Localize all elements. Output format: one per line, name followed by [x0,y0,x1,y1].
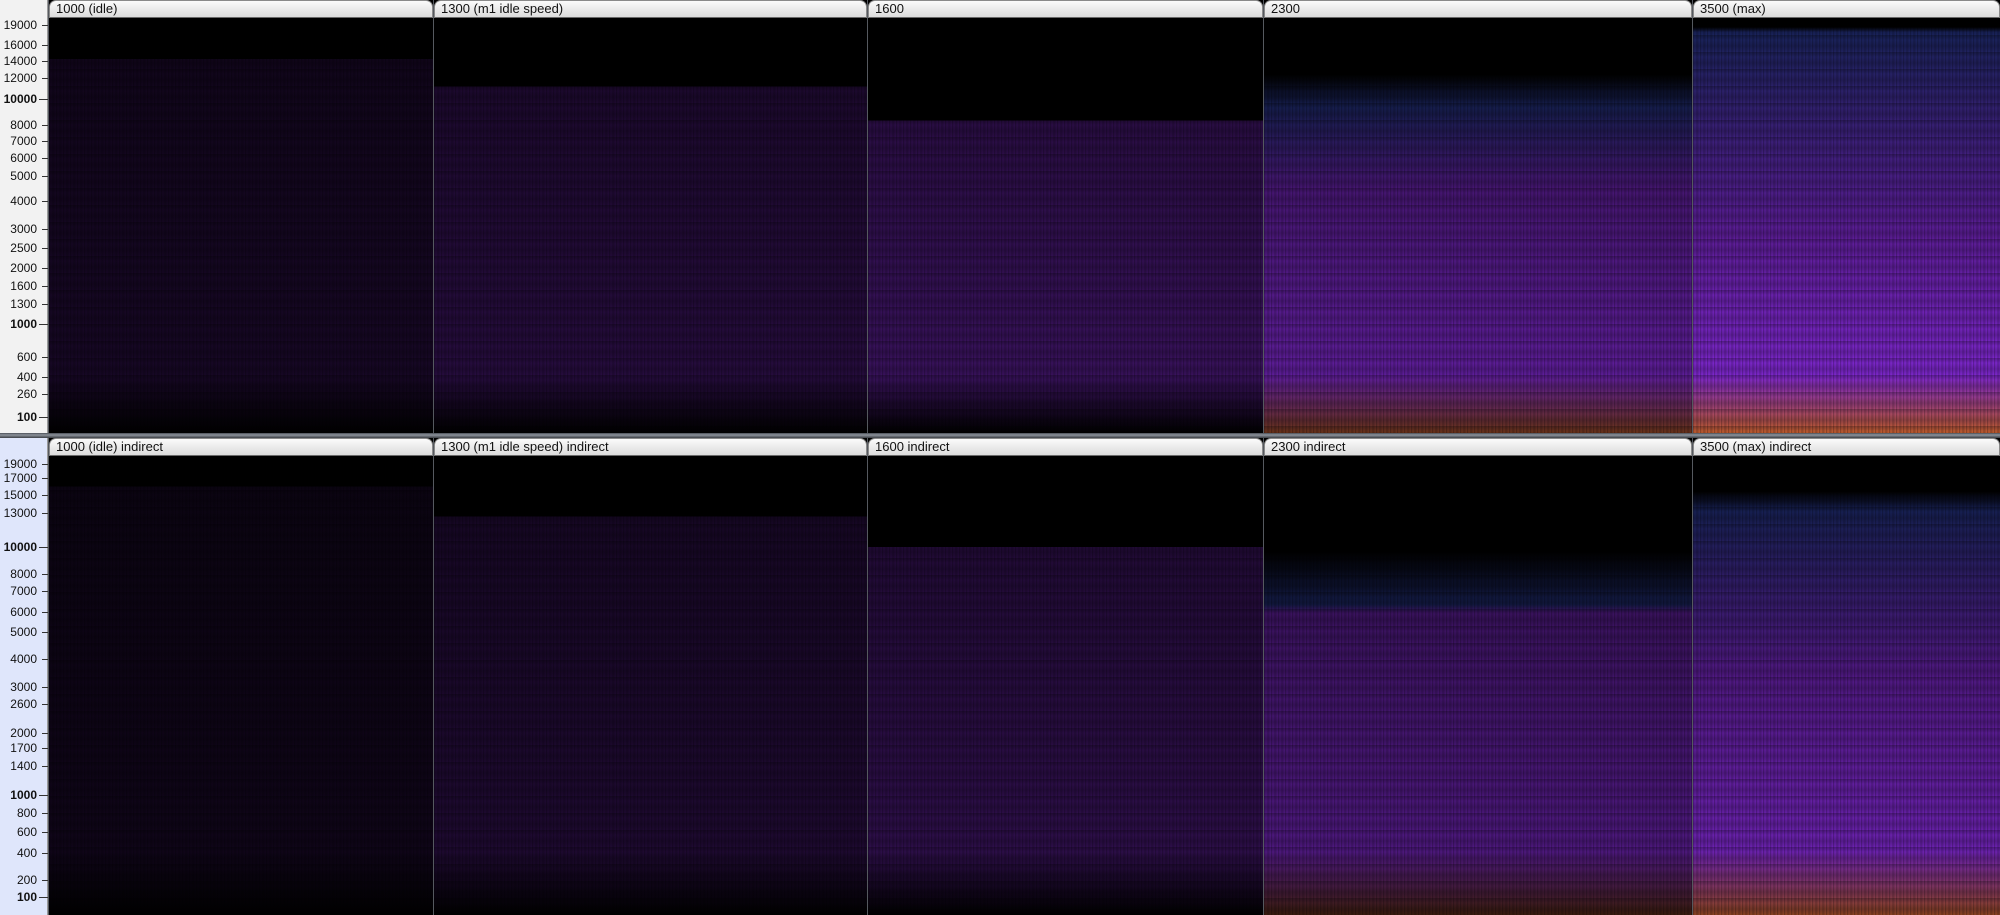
spectrogram[interactable] [868,456,1263,915]
spectrogram[interactable] [434,18,867,433]
ruler-tick-label: 1000 [10,317,37,331]
audio-clip[interactable]: 1600 [867,0,1263,433]
spectrogram-track-direct[interactable]: 19000 16000 14000 12000 10000 8000 7000 … [0,0,2000,433]
audio-clip[interactable]: 1000 (idle) indirect [48,438,433,915]
ruler-tick-label: 2600 [10,697,37,711]
spectrogram[interactable] [1693,18,2000,433]
ruler-tick-label: 1000 [10,788,37,802]
ruler-tick-label: 200 [16,873,37,887]
spectrogram[interactable] [49,18,433,433]
ruler-tick-label: 10000 [3,92,37,106]
clip-title-bar[interactable]: 1600 [868,0,1263,18]
frequency-ruler: 19000 16000 14000 12000 10000 8000 7000 … [0,0,48,433]
ruler-tick-label: 1400 [10,759,37,773]
ruler-tick-label: 15000 [3,488,37,502]
ruler-tick-label: 19000 [3,18,37,32]
ruler-tick-label: 800 [16,806,37,820]
spectrogram[interactable] [1264,456,1692,915]
clip-title-bar[interactable]: 1300 (m1 idle speed) [434,0,867,18]
ruler-tick-label: 400 [16,846,37,860]
clip-title-bar[interactable]: 2300 indirect [1264,438,1692,456]
audio-clip[interactable]: 3500 (max) [1692,0,2000,433]
ruler-tick-label: 6000 [10,151,37,165]
spectrogram-track-indirect[interactable]: 19000 17000 15000 13000 10000 8000 7000 … [0,438,2000,915]
ruler-tick-label: 10000 [3,540,37,554]
ruler-tick-label: 16000 [3,38,37,52]
ruler-tick-label: 600 [16,350,37,364]
audio-clip[interactable]: 1300 (m1 idle speed) [433,0,867,433]
ruler-tick-label: 2000 [10,261,37,275]
ruler-tick-label: 600 [16,825,37,839]
spectrogram[interactable] [434,456,867,915]
ruler-tick-label: 8000 [10,118,37,132]
ruler-tick-label: 2500 [10,241,37,255]
clip-title-bar[interactable]: 3500 (max) [1693,0,2000,18]
ruler-tick-label: 3000 [10,222,37,236]
ruler-tick-label: 5000 [10,625,37,639]
frequency-ruler: 19000 17000 15000 13000 10000 8000 7000 … [0,438,48,915]
clip-title-bar[interactable]: 1600 indirect [868,438,1263,456]
ruler-tick-label: 17000 [3,471,37,485]
ruler-tick-label: 8000 [10,567,37,581]
ruler-tick-label: 1600 [10,279,37,293]
clip-title-bar[interactable]: 3500 (max) indirect [1693,438,2000,456]
audio-clip[interactable]: 3500 (max) indirect [1692,438,2000,915]
clip-title-bar[interactable]: 1300 (m1 idle speed) indirect [434,438,867,456]
clip-title-bar[interactable]: 2300 [1264,0,1692,18]
ruler-tick-label: 6000 [10,605,37,619]
ruler-tick-label: 260 [16,387,37,401]
ruler-tick-label: 12000 [3,71,37,85]
ruler-tick-label: 100 [16,890,37,904]
ruler-tick-label: 400 [16,370,37,384]
clip-title-bar[interactable]: 1000 (idle) [49,0,433,18]
ruler-tick-label: 13000 [3,506,37,520]
audio-clip[interactable]: 1300 (m1 idle speed) indirect [433,438,867,915]
ruler-tick-label: 14000 [3,54,37,68]
ruler-tick-label: 3000 [10,680,37,694]
ruler-tick-label: 100 [16,410,37,424]
ruler-tick-label: 1300 [10,297,37,311]
audio-clip[interactable]: 1000 (idle) [48,0,433,433]
clip-title-bar[interactable]: 1000 (idle) indirect [49,438,433,456]
spectrogram[interactable] [1264,18,1692,433]
ruler-tick-label: 7000 [10,134,37,148]
ruler-tick-label: 4000 [10,652,37,666]
audio-clip[interactable]: 2300 [1263,0,1692,433]
ruler-tick-label: 7000 [10,584,37,598]
ruler-tick-label: 2000 [10,726,37,740]
spectrogram[interactable] [1693,456,2000,915]
spectrogram[interactable] [868,18,1263,433]
ruler-tick-label: 19000 [3,457,37,471]
audio-clip[interactable]: 1600 indirect [867,438,1263,915]
spectrogram[interactable] [49,456,433,915]
ruler-tick-label: 1700 [10,741,37,755]
ruler-tick-label: 4000 [10,194,37,208]
ruler-tick-label: 5000 [10,169,37,183]
audio-clip[interactable]: 2300 indirect [1263,438,1692,915]
